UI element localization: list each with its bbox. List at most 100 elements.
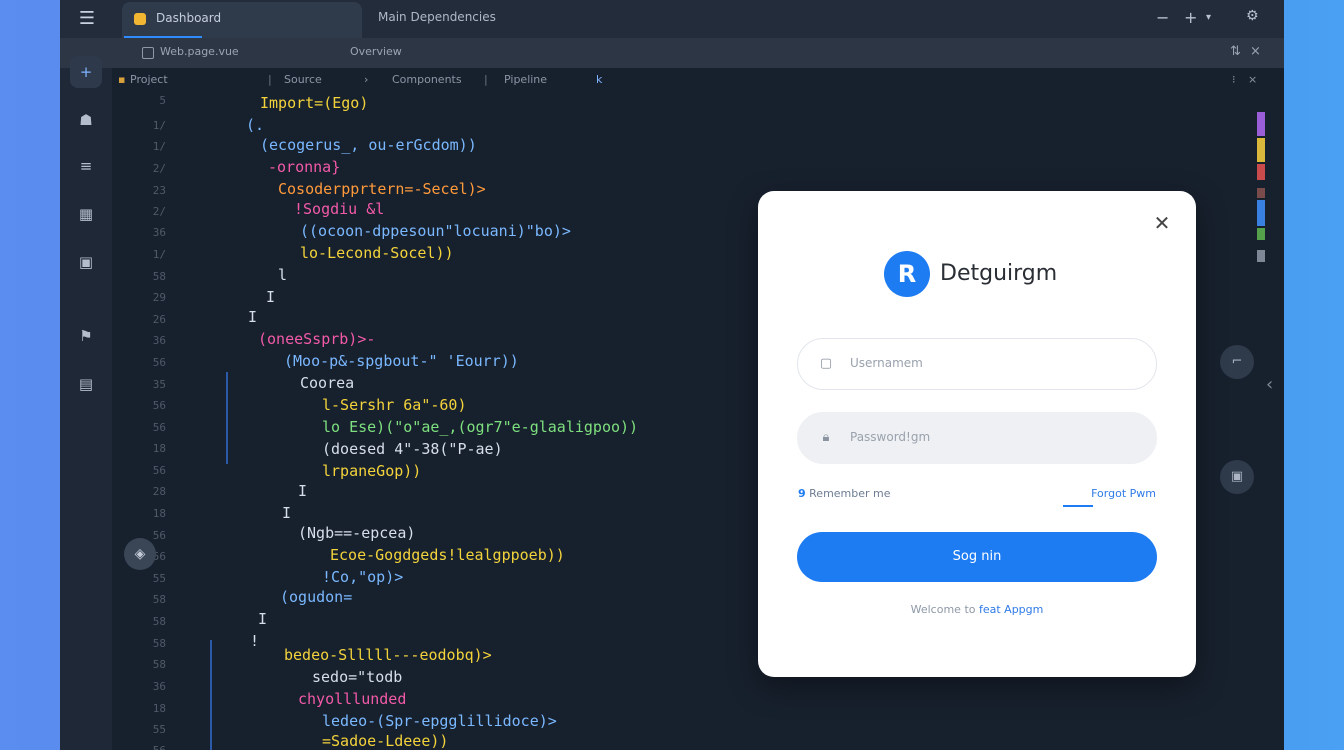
add-tab-icon[interactable]: + <box>1184 8 1197 27</box>
chevron-down-icon[interactable]: ▾ <box>1206 12 1211 23</box>
navigation-icon[interactable]: ◈ <box>124 538 156 570</box>
close-icon[interactable]: × <box>1250 44 1261 59</box>
code-line[interactable]: (ogudon= <box>280 588 352 606</box>
code-line[interactable]: I <box>258 610 267 628</box>
box-icon[interactable]: ▣ <box>70 246 102 278</box>
code-line[interactable]: (Ngb==-epcea) <box>298 524 415 542</box>
code-line[interactable]: l-Sershr 6a"-60) <box>322 396 467 414</box>
code-line[interactable]: (doesed 4"-38("P-ae) <box>322 440 503 458</box>
grid-icon[interactable]: ▦ <box>70 198 102 230</box>
code-line[interactable]: (. <box>246 116 264 134</box>
chevron-left-icon[interactable]: ‹ <box>1266 374 1273 395</box>
remember-me[interactable]: 9 Remember me <box>798 487 891 500</box>
file-bar: Web.page.vue Overview ⇅ × <box>60 38 1284 68</box>
breadcrumb-item[interactable]: Project <box>130 73 168 86</box>
tab-dashboard[interactable]: Dashboard <box>122 2 362 38</box>
remember-label: Remember me <box>809 487 891 500</box>
minimize-icon[interactable]: − <box>1156 8 1169 27</box>
code-line[interactable]: (ecogerus_, ou-erGcdom)) <box>260 136 477 154</box>
tab-dependencies[interactable]: Main Dependencies <box>378 10 496 24</box>
line-number: 36 <box>152 226 166 239</box>
sign-in-button[interactable]: Sog nin <box>797 532 1157 582</box>
footer-link[interactable]: feat Appgm <box>979 603 1043 616</box>
forgot-password-link[interactable]: Forgot Pwm <box>1091 487 1156 500</box>
minimap-mark <box>1257 200 1265 226</box>
table-icon[interactable]: ▤ <box>70 368 102 400</box>
code-line[interactable]: sedo="todb <box>312 668 402 686</box>
remember-number: 9 <box>798 487 806 500</box>
code-line[interactable]: !Sogdiu &l <box>294 200 384 218</box>
code-line[interactable]: Cosoderpprtern=-Secel)> <box>278 180 486 198</box>
breadcrumb-dot-icon: ▪ <box>118 73 126 86</box>
breadcrumb-item[interactable]: Components <box>392 73 462 86</box>
hamburger-icon[interactable]: ☰ <box>76 8 98 30</box>
file-icon <box>142 47 154 59</box>
line-number: 18 <box>152 507 166 520</box>
file-label[interactable]: Web.page.vue <box>160 45 239 58</box>
minimap-mark <box>1257 228 1265 240</box>
line-number: 18 <box>152 702 166 715</box>
line-number: 28 <box>152 485 166 498</box>
file-icon <box>134 13 146 25</box>
line-number: 56 <box>152 421 166 434</box>
document-icon[interactable]: ≡ <box>70 150 102 182</box>
close-icon[interactable]: ✕ <box>1150 211 1174 235</box>
line-number: 58 <box>152 270 166 283</box>
code-line[interactable]: lo-Lecond-Socel)) <box>300 244 454 262</box>
breadcrumb-separator: | <box>484 73 488 86</box>
password-field[interactable]: 🔒︎ Password!gm <box>797 412 1157 464</box>
dialog-footer: Welcome to feat Appgm <box>758 603 1196 616</box>
code-line[interactable]: I <box>266 288 275 306</box>
username-field[interactable]: ▢ Usernamem <box>797 338 1157 390</box>
split-icon[interactable]: ⇅ <box>1230 44 1241 59</box>
minimap-mark <box>1257 112 1265 136</box>
breadcrumb: ▪ Project | Source › Components | Pipeli… <box>112 68 1284 92</box>
code-line[interactable]: !Co,"op)> <box>322 568 403 586</box>
code-line[interactable]: -oronna} <box>268 158 340 176</box>
line-number: 56 <box>152 464 166 477</box>
code-line[interactable]: ((ocoon-dppesoun"locuani)"bo)> <box>300 222 571 240</box>
line-number: 1/ <box>152 140 166 153</box>
users-icon[interactable]: ☗ <box>70 104 102 136</box>
breadcrumb-separator: › <box>364 73 369 86</box>
line-number: 58 <box>152 593 166 606</box>
code-line[interactable]: chyolllunded <box>298 690 406 708</box>
close-icon[interactable]: × <box>1248 73 1257 86</box>
code-line[interactable]: bedeo-Slllll---eodobq)> <box>284 646 492 664</box>
minimap-mark <box>1257 188 1265 198</box>
line-number-gutter: 5 1/1/2/23 2/36 1/58 29 26 36 56 35 56 56 18 56 28 18 5… <box>112 92 172 750</box>
username-placeholder: Usernamem <box>850 356 923 370</box>
list-icon[interactable]: ⁝ <box>1232 73 1236 86</box>
login-dialog: ✕ R Detguirgm ▢ Usernamem 🔒︎ Password!gm… <box>758 191 1196 677</box>
code-line[interactable]: I <box>282 504 291 522</box>
code-line[interactable]: (Moo-p&-spgbout-" 'Eourr)) <box>284 352 519 370</box>
line-number: 18 <box>152 442 166 455</box>
settings-icon[interactable]: ⚙ <box>1246 8 1259 24</box>
code-line[interactable]: ledeo-(Spr-epgglillidoce)> <box>322 712 557 730</box>
code-line[interactable]: lrpaneGop)) <box>322 462 421 480</box>
footer-text: Welcome to <box>910 603 976 616</box>
code-line[interactable]: Ecoe-Gogdgeds!lealgppoeb)) <box>330 546 565 564</box>
add-icon[interactable]: + <box>70 56 102 88</box>
code-line[interactable]: Import=(Ego) <box>260 94 368 112</box>
code-line[interactable]: =Sadoe-Ldeee)) <box>322 732 448 750</box>
code-line[interactable]: lo Ese)("o"ae_,(ogr7"e-glaaligpoo)) <box>322 418 638 436</box>
section-label[interactable]: Overview <box>350 45 402 58</box>
code-line[interactable]: (oneeSsprb)>- <box>258 330 375 348</box>
code-line[interactable]: I <box>298 482 307 500</box>
code-line[interactable]: Coorea <box>300 374 354 392</box>
line-number: 36 <box>152 680 166 693</box>
code-line[interactable]: ! <box>250 632 259 650</box>
line-number: 56 <box>152 356 166 369</box>
line-number: 58 <box>152 658 166 671</box>
code-line[interactable]: I <box>248 308 257 326</box>
breadcrumb-item[interactable]: Pipeline <box>504 73 547 86</box>
panel-icon[interactable]: ▣ <box>1220 460 1254 494</box>
code-line[interactable]: l <box>278 266 287 284</box>
line-number: 23 <box>152 184 166 197</box>
breadcrumb-item[interactable]: Source <box>284 73 322 86</box>
line-number: 56 <box>112 744 166 750</box>
pin-icon[interactable]: ⚑ <box>70 320 102 352</box>
collapse-icon[interactable]: ⌐ <box>1220 345 1254 379</box>
indent-guide <box>226 372 228 464</box>
